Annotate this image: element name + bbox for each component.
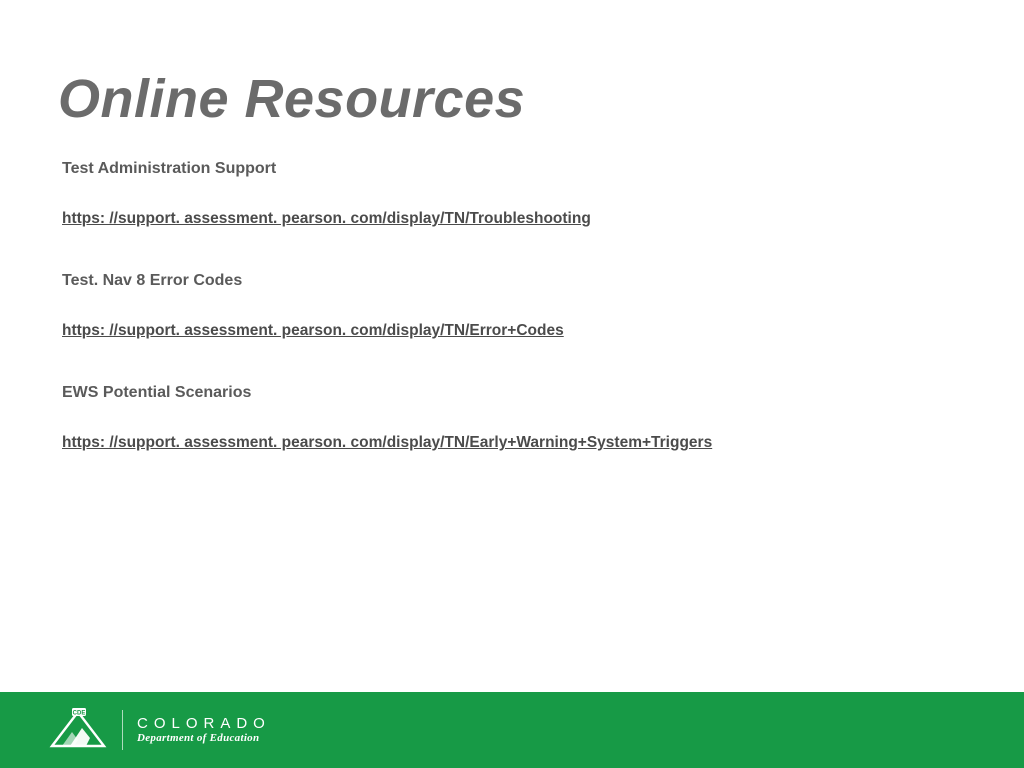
footer-logo-bottom: Department of Education: [137, 732, 271, 744]
resource-link[interactable]: https: //support. assessment. pearson. c…: [62, 322, 564, 340]
footer-logo-text: COLORADO Department of Education: [137, 716, 271, 745]
slide-title: Online Resources: [0, 0, 1024, 130]
resource-link[interactable]: https: //support. assessment. pearson. c…: [62, 434, 712, 452]
section-heading: EWS Potential Scenarios: [62, 384, 1024, 402]
footer-logo-top: COLORADO: [137, 716, 271, 733]
logo-divider: [122, 710, 123, 750]
section-heading: Test. Nav 8 Error Codes: [62, 272, 1024, 290]
cde-badge-text: CDE: [73, 710, 86, 716]
footer-logo: CDE COLORADO Department of Education: [48, 704, 271, 756]
slide: Online Resources Test Administration Sup…: [0, 0, 1024, 768]
footer-bar: CDE COLORADO Department of Education: [0, 692, 1024, 768]
cde-mountain-icon: CDE: [48, 706, 108, 755]
resource-link[interactable]: https: //support. assessment. pearson. c…: [62, 210, 591, 228]
section-heading: Test Administration Support: [62, 160, 1024, 178]
slide-content: Test Administration Support https: //sup…: [0, 130, 1024, 496]
